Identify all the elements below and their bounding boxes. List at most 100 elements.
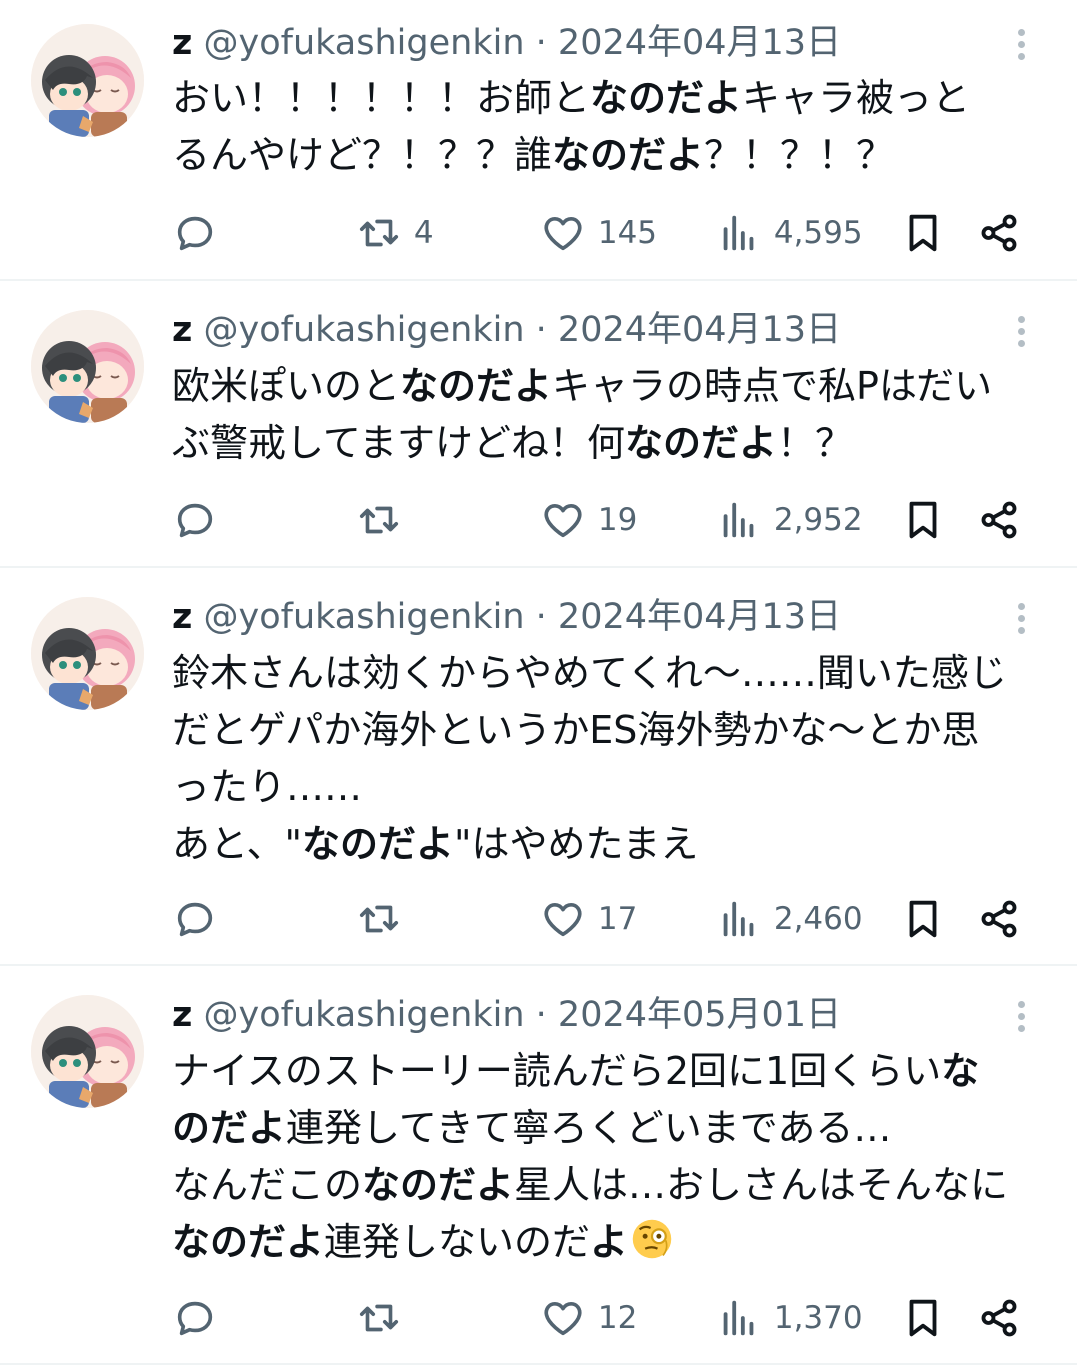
heart-icon (544, 1301, 582, 1335)
view-count: 4,595 (773, 214, 863, 251)
tweet-text-line: のだよ連発してきて寧ろくどいまである… (172, 1100, 1052, 1157)
like-count: 17 (597, 900, 638, 937)
text-segment: ？！？！？ (704, 133, 895, 177)
views-button[interactable]: 4,595 (716, 206, 863, 256)
separator-dot: · (535, 310, 547, 350)
like-button[interactable]: 12 (540, 1291, 637, 1341)
reply-button[interactable] (172, 1291, 230, 1341)
reply-button[interactable] (172, 892, 230, 942)
user-handle[interactable]: @yofukashigenkin (204, 23, 525, 63)
tweet-text: 欧米ぽいのとなのだよキャラの時点で私Pはだい ぶ警戒してますけどね！何なのだよ！？ (172, 358, 1052, 472)
more-icon[interactable] (1010, 998, 1032, 1038)
reply-button[interactable] (172, 206, 230, 256)
tweet-text-line: なのだよ連発しないのだよ (172, 1214, 1052, 1271)
tweet-header: z @yofukashigenkin · 2024年04月13日 (172, 307, 841, 353)
text-segment: 連発してきて寧ろくどいまである… (286, 1106, 892, 1150)
text-segment: ！？ (776, 421, 853, 465)
share-button[interactable] (976, 493, 1022, 543)
more-icon[interactable] (1010, 600, 1032, 640)
text-segment: キャラの時点で私Pはだい (552, 364, 993, 408)
tweet-date[interactable]: 2024年05月01日 (558, 995, 841, 1035)
bookmark-button[interactable] (900, 1291, 946, 1341)
view-count: 2,460 (773, 900, 863, 937)
display-name[interactable]: z (172, 23, 192, 63)
share-button[interactable] (976, 892, 1022, 942)
tweet-divider (0, 279, 1077, 281)
bookmark-button[interactable] (900, 206, 946, 256)
tweet-text-line: ったり…… (172, 759, 1052, 816)
tweet-text-line: ぶ警戒してますけどね！何なのだよ！？ (172, 415, 1052, 472)
views-button[interactable]: 2,460 (716, 892, 863, 942)
text-segment: あと、" (172, 822, 302, 866)
text-segment: ったり…… (172, 765, 363, 809)
separator-dot: · (535, 597, 547, 637)
tweet-text-line: なんだこのなのだよ星人は…おしさんはそんなに (172, 1157, 1052, 1214)
more-icon[interactable] (1010, 26, 1032, 66)
retweet-count: 4 (413, 214, 434, 251)
display-name[interactable]: z (172, 597, 192, 637)
tweet-text-line: 欧米ぽいのとなのだよキャラの時点で私Pはだい (172, 358, 1052, 415)
retweet-icon (359, 905, 399, 932)
tweet-date[interactable]: 2024年04月13日 (558, 597, 841, 637)
tweet-actions: 19 2,952 (172, 493, 1032, 543)
highlighted-text: なのだよ (590, 76, 743, 120)
bookmark-icon (909, 501, 937, 538)
views-icon (723, 215, 754, 250)
view-count: 2,952 (773, 501, 863, 538)
avatar[interactable] (31, 597, 144, 710)
reply-icon (177, 902, 213, 936)
more-icon[interactable] (1010, 313, 1032, 353)
display-name[interactable]: z (172, 995, 192, 1035)
avatar[interactable] (31, 310, 144, 423)
retweet-button[interactable] (356, 1291, 414, 1341)
views-button[interactable]: 2,952 (716, 493, 863, 543)
share-icon (981, 900, 1017, 937)
retweet-button[interactable]: 4 (356, 206, 434, 256)
views-button[interactable]: 1,370 (716, 1291, 863, 1341)
user-handle[interactable]: @yofukashigenkin (204, 310, 525, 350)
like-button[interactable]: 19 (540, 493, 637, 543)
share-button[interactable] (976, 206, 1022, 256)
highlighted-text: なのだよ (301, 822, 454, 866)
like-button[interactable]: 145 (540, 206, 657, 256)
retweet-button[interactable] (356, 493, 414, 543)
tweet-text: 鈴木さんは効くからやめてくれ〜……聞いた感じ だとゲパか海外というかES海外勢かな… (172, 645, 1052, 873)
tweet-text: おい！！！！！！お師となのだよキャラ被っと るんやけど？！？？誰なのだよ？！？！？ (172, 70, 1052, 184)
bookmark-button[interactable] (900, 892, 946, 942)
tweet-date[interactable]: 2024年04月13日 (558, 23, 841, 63)
display-name[interactable]: z (172, 310, 192, 350)
text-segment: 星人は…おしさんはそんなに (514, 1163, 1009, 1207)
user-handle[interactable]: @yofukashigenkin (204, 597, 525, 637)
avatar[interactable] (31, 24, 144, 137)
reply-icon (177, 216, 213, 250)
tweet-header: z @yofukashigenkin · 2024年05月01日 (172, 992, 841, 1038)
retweet-icon (359, 1304, 399, 1331)
retweet-icon (359, 506, 399, 533)
tweet-text-line: だとゲパか海外というかES海外勢かな〜とか思 (172, 702, 1052, 759)
text-segment: おい！！！！！！お師と (172, 76, 591, 120)
avatar[interactable] (31, 995, 144, 1108)
retweet-button[interactable] (356, 892, 414, 942)
tweet-text-line: おい！！！！！！お師となのだよキャラ被っと (172, 70, 1052, 127)
reply-button[interactable] (172, 493, 230, 543)
bookmark-button[interactable] (900, 493, 946, 543)
tweet-text-line: ナイスのストーリー読んだら2回に1回くらいな (172, 1043, 1052, 1100)
tweet-text-line: あと、"なのだよ"はやめたまえ (172, 816, 1052, 873)
text-segment: 欧米ぽいのと (172, 364, 401, 408)
tweet-date[interactable]: 2024年04月13日 (558, 310, 841, 350)
tweet-divider (0, 566, 1077, 568)
text-segment: ナイスのストーリー読んだら2回に1回くらい (172, 1049, 942, 1093)
share-button[interactable] (976, 1291, 1022, 1341)
share-icon (981, 501, 1017, 538)
tweet-text-line: るんやけど？！？？誰なのだよ？！？！？ (172, 127, 1052, 184)
like-button[interactable]: 17 (540, 892, 637, 942)
tweet-text-line: 鈴木さんは効くからやめてくれ〜……聞いた感じ (172, 645, 1052, 702)
tweet-divider (0, 964, 1077, 966)
text-segment: 連発しないのだ (324, 1220, 591, 1264)
like-count: 12 (597, 1299, 638, 1336)
separator-dot: · (535, 995, 547, 1035)
highlighted-text: なのだよ (362, 1163, 515, 1207)
separator-dot: · (535, 23, 547, 63)
user-handle[interactable]: @yofukashigenkin (204, 995, 525, 1035)
bookmark-icon (909, 1299, 937, 1336)
